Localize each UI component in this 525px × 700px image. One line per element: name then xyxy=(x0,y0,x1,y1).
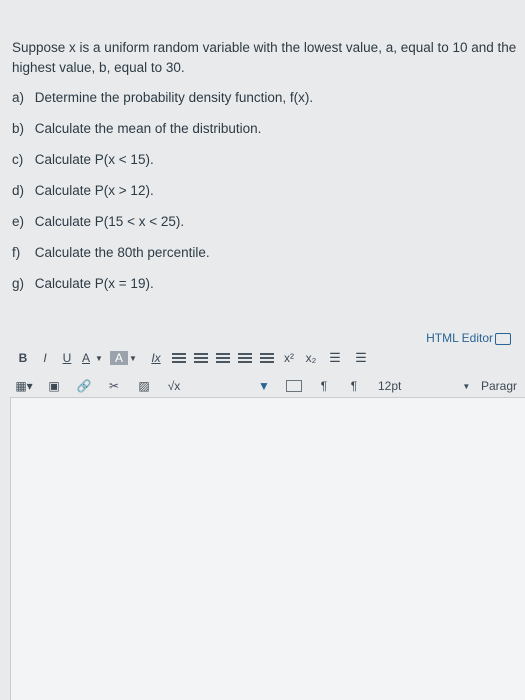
question-part: f) Calculate the 80th percentile. xyxy=(12,243,517,274)
subscript-button[interactable]: x₂ xyxy=(300,348,322,368)
question-part: g) Calculate P(x = 19). xyxy=(12,274,517,305)
part-text: Calculate the mean of the distribution. xyxy=(34,121,262,136)
unlink-icon[interactable]: ✂ xyxy=(102,377,126,395)
keyboard-icon xyxy=(495,333,511,345)
align-left-icon[interactable] xyxy=(172,352,186,364)
question-part: d) Calculate P(x > 12). xyxy=(12,181,517,212)
rtl-direction-button[interactable]: ¶ xyxy=(342,377,366,395)
part-letter: e) xyxy=(12,214,25,229)
chevron-down-icon[interactable]: ▼ xyxy=(461,376,471,396)
part-letter: f) xyxy=(12,245,21,260)
part-letter: a) xyxy=(12,90,25,105)
indent-icon[interactable] xyxy=(260,352,274,364)
part-letter: g) xyxy=(12,276,25,291)
clear-format-button[interactable]: Ix xyxy=(144,348,168,368)
question-part: c) Calculate P(x < 15). xyxy=(12,150,517,181)
chevron-down-icon[interactable]: ▼ xyxy=(94,348,104,368)
italic-button[interactable]: I xyxy=(34,348,56,368)
question-part: e) Calculate P(15 < x < 25). xyxy=(12,212,517,243)
question-parts: a) Determine the probability density fun… xyxy=(12,88,517,305)
image-icon[interactable]: ▨ xyxy=(132,377,156,395)
ltr-direction-button[interactable]: ¶ xyxy=(312,377,336,395)
math-equation-button[interactable]: √x xyxy=(162,377,186,395)
html-editor-label: HTML Editor xyxy=(426,331,493,345)
question-stem: Suppose x is a uniform random variable w… xyxy=(12,40,517,75)
underline-button[interactable]: U xyxy=(56,348,78,368)
embed-icon[interactable] xyxy=(282,377,306,395)
align-justify-icon[interactable] xyxy=(238,352,252,364)
media-icon[interactable]: ▣ xyxy=(42,377,66,395)
align-right-icon[interactable] xyxy=(216,352,230,364)
bold-button[interactable]: B xyxy=(12,348,34,368)
part-text: Calculate P(x < 15). xyxy=(34,152,154,167)
align-center-icon[interactable] xyxy=(194,352,208,364)
part-letter: b) xyxy=(12,121,25,136)
html-editor-link[interactable]: HTML Editor xyxy=(426,331,511,345)
part-text: Determine the probability density functi… xyxy=(34,90,314,105)
paragraph-format-select[interactable]: Paragr xyxy=(481,376,517,396)
part-text: Calculate the 80th percentile. xyxy=(34,245,210,260)
part-text: Calculate P(x > 12). xyxy=(34,183,154,198)
question-part: a) Determine the probability density fun… xyxy=(12,88,517,119)
part-letter: c) xyxy=(12,152,24,167)
part-letter: d) xyxy=(12,183,25,198)
font-color-button[interactable]: A xyxy=(78,348,94,368)
superscript-button[interactable]: x² xyxy=(278,348,300,368)
link-icon[interactable]: 🔗 xyxy=(72,377,96,395)
question-part: b) Calculate the mean of the distributio… xyxy=(12,119,517,150)
lti-tool-icon[interactable]: ▼ xyxy=(252,377,276,395)
rich-text-editor-area[interactable] xyxy=(10,397,525,700)
table-icon[interactable]: ▦▾ xyxy=(12,377,36,395)
question-block: Suppose x is a uniform random variable w… xyxy=(12,38,517,305)
editor-toolbar-row-1: B I U A ▼ A ▼ Ix x² x₂ ☰ ☰ xyxy=(12,346,525,370)
part-text: Calculate P(x = 19). xyxy=(34,276,154,291)
part-text: Calculate P(15 < x < 25). xyxy=(34,214,185,229)
numbered-list-icon[interactable]: ☰ xyxy=(353,348,369,368)
editor-toolbar-row-2: ▦▾ ▣ 🔗 ✂ ▨ √x ▼ ¶ ¶ 12pt ▼ Paragr xyxy=(12,374,525,398)
chevron-down-icon[interactable]: ▼ xyxy=(128,348,138,368)
bulleted-list-icon[interactable]: ☰ xyxy=(327,348,343,368)
background-color-button[interactable]: A xyxy=(110,351,128,365)
font-size-select[interactable]: 12pt xyxy=(378,376,401,396)
